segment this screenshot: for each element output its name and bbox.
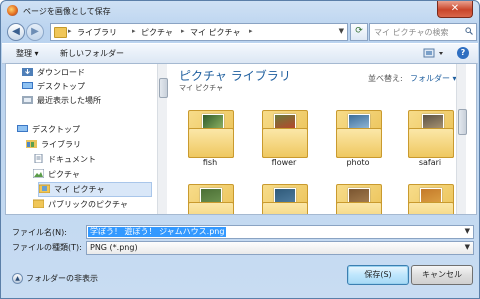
folder-front: [336, 128, 382, 158]
desktop-icon: [22, 82, 33, 89]
download-folder-icon: [22, 68, 33, 76]
folder-item-safari[interactable]: safari: [406, 106, 454, 167]
filetype-value: PNG (*.png): [90, 243, 138, 252]
filename-field[interactable]: 学ぼう！ 遊ぼう！ ジャムハウス.png ▼: [86, 225, 474, 239]
firefox-icon: [7, 5, 18, 16]
folder-name: flower: [271, 158, 297, 167]
file-browser: ダウンロード デスクトップ 最近表示した場所 デスクトップ ライブラリ ドキュメ…: [5, 63, 477, 215]
folder-item-photo[interactable]: photo: [334, 106, 382, 167]
library-icon: [26, 140, 37, 148]
folder-front: [408, 128, 454, 158]
sidebar-item-label: パブリックのピクチャ: [48, 200, 128, 209]
folder-item[interactable]: [406, 180, 454, 214]
pictures-icon: [33, 169, 44, 178]
sidebar-item-pictures[interactable]: ピクチャ: [33, 168, 152, 181]
folder-item[interactable]: [334, 180, 382, 214]
recent-places-icon: [22, 96, 33, 104]
navigation-bar: ◀ ▶ ▸ ライブラリ ▸ ピクチャ ▸ マイ ピクチャ ▸ ▼ ⟳ マイ ピク…: [5, 21, 477, 43]
chevron-down-icon[interactable]: ▼: [339, 27, 344, 35]
folder-item[interactable]: [260, 180, 308, 214]
folder-icon: [39, 184, 50, 193]
folder-view: ピクチャ ライブラリ マイ ピクチャ 並べ替え: フォルダー ▾ fish fl…: [168, 64, 467, 214]
library-subtitle: マイ ピクチャ: [179, 84, 224, 92]
scrollbar-thumb[interactable]: [159, 78, 168, 98]
sidebar-item-label: ピクチャ: [48, 170, 80, 179]
scrollbar-thumb[interactable]: [458, 109, 467, 135]
sidebar-item-label: ライブラリ: [41, 140, 81, 149]
breadcrumb-separator: ▸: [181, 27, 185, 35]
chevron-up-icon: ▲: [12, 273, 23, 284]
folder-icon: [54, 27, 67, 38]
sort-dropdown[interactable]: フォルダー ▾: [410, 73, 457, 84]
desktop-icon: [17, 125, 28, 132]
breadcrumb-separator: ▸: [132, 27, 136, 35]
sidebar-item-label: マイ ピクチャ: [54, 185, 105, 194]
help-icon[interactable]: ?: [457, 47, 469, 59]
folder-item[interactable]: [186, 180, 234, 214]
folder-front: [188, 128, 234, 158]
sidebar-scrollbar[interactable]: [157, 64, 168, 214]
save-dialog: ページを画像として保存 ✕ ◀ ▶ ▸ ライブラリ ▸ ピクチャ ▸ マイ ピク…: [0, 0, 480, 299]
sidebar-item-my-pictures[interactable]: マイ ピクチャ: [38, 182, 152, 197]
hide-folders-button[interactable]: ▲ フォルダーの非表示: [12, 273, 98, 284]
navigation-pane: ダウンロード デスクトップ 最近表示した場所 デスクトップ ライブラリ ドキュメ…: [6, 64, 156, 214]
save-button[interactable]: 保存(S): [347, 265, 409, 285]
folder-item-flower[interactable]: flower: [260, 106, 308, 167]
folder-icon: [33, 199, 44, 208]
folder-name: fish: [202, 158, 218, 167]
search-input[interactable]: マイ ピクチャの検索: [369, 23, 477, 41]
window-title: ページを画像として保存: [23, 7, 111, 16]
file-fields: ファイル名(N): 学ぼう！ 遊ぼう！ ジャムハウス.png ▼ ファイルの種類…: [2, 214, 478, 258]
search-icon: [465, 27, 473, 35]
sidebar-item-recent-places[interactable]: 最近表示した場所: [22, 94, 152, 107]
command-toolbar: 整理 ▾ 新しいフォルダー ?: [2, 43, 478, 64]
breadcrumb-my-pictures[interactable]: マイ ピクチャ: [190, 27, 240, 38]
folder-view-scrollbar[interactable]: [456, 64, 467, 214]
chevron-down-icon[interactable]: ▼: [465, 243, 470, 251]
folder-name: safari: [418, 158, 442, 167]
organize-button[interactable]: 整理 ▾: [16, 48, 39, 59]
documents-icon: [34, 154, 43, 163]
right-arrow-icon: ▶: [31, 26, 39, 37]
breadcrumb-pictures[interactable]: ピクチャ: [141, 27, 173, 38]
folder-name: photo: [346, 158, 370, 167]
filetype-select[interactable]: PNG (*.png) ▼: [86, 241, 474, 255]
back-button[interactable]: ◀: [7, 23, 25, 41]
chevron-down-icon[interactable]: ▼: [465, 227, 470, 235]
sidebar-item-public-pictures[interactable]: パブリックのピクチャ: [33, 198, 152, 211]
sidebar-item-desktop[interactable]: デスクトップ: [22, 80, 152, 93]
left-arrow-icon: ◀: [12, 26, 20, 37]
sidebar-item-label: デスクトップ: [32, 125, 80, 134]
sidebar-item-label: ドキュメント: [48, 155, 96, 164]
filename-label: ファイル名(N):: [12, 228, 67, 237]
sidebar-item-documents[interactable]: ドキュメント: [33, 153, 152, 166]
forward-button[interactable]: ▶: [26, 23, 44, 41]
sidebar-item-label: デスクトップ: [37, 82, 85, 91]
folder-item-fish[interactable]: fish: [186, 106, 234, 167]
breadcrumb-separator: ▸: [249, 27, 253, 35]
sidebar-item-desktop-root[interactable]: デスクトップ: [17, 123, 152, 136]
hide-folders-label: フォルダーの非表示: [26, 274, 98, 283]
sidebar-item-libraries[interactable]: ライブラリ: [26, 138, 152, 151]
sidebar-item-downloads[interactable]: ダウンロード: [22, 66, 152, 79]
filename-value[interactable]: 学ぼう！ 遊ぼう！ ジャムハウス.png: [88, 227, 227, 237]
address-bar[interactable]: ▸ ライブラリ ▸ ピクチャ ▸ マイ ピクチャ ▸ ▼: [50, 23, 348, 41]
refresh-icon: ⟳: [355, 26, 363, 36]
sidebar-item-label: ダウンロード: [37, 68, 85, 77]
new-folder-button[interactable]: 新しいフォルダー: [60, 48, 124, 59]
cancel-button[interactable]: キャンセル: [411, 265, 473, 285]
sidebar-item-label: 最近表示した場所: [37, 96, 101, 105]
title-bar: ページを画像として保存 ✕: [1, 1, 479, 21]
close-button[interactable]: ✕: [437, 1, 473, 18]
refresh-button[interactable]: ⟳: [350, 23, 368, 41]
folder-front: [262, 128, 308, 158]
breadcrumb-separator: ▸: [68, 27, 72, 35]
view-options-icon[interactable]: [422, 47, 448, 59]
search-placeholder: マイ ピクチャの検索: [374, 28, 449, 37]
library-title: ピクチャ ライブラリ: [179, 69, 291, 83]
dialog-footer: ▲ フォルダーの非表示 保存(S) キャンセル: [2, 259, 478, 297]
sort-label: 並べ替え:: [368, 74, 403, 83]
filetype-label: ファイルの種類(T):: [12, 243, 82, 252]
breadcrumb-libraries[interactable]: ライブラリ: [77, 27, 117, 38]
